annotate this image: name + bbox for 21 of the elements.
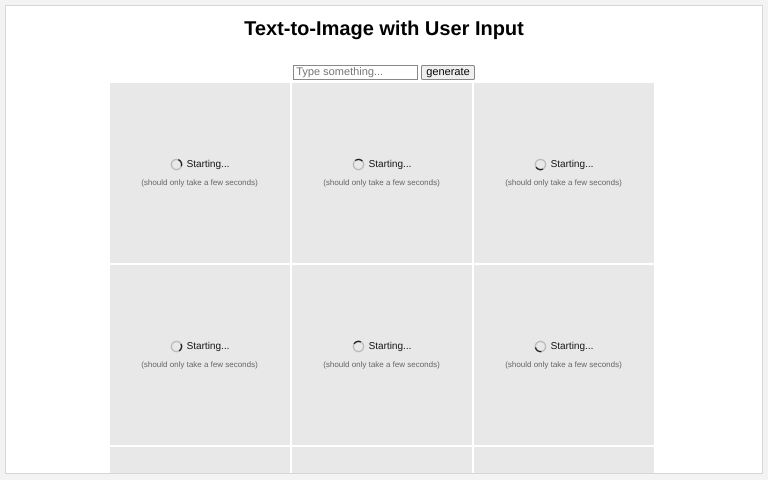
status-note: (should only take a few seconds) — [505, 177, 622, 189]
page-title: Text-to-Image with User Input — [243, 17, 525, 41]
spinner-icon — [170, 340, 183, 353]
status-note: (should only take a few seconds) — [323, 177, 440, 189]
spinner-icon — [534, 340, 547, 353]
status-note: (should only take a few seconds) — [141, 177, 258, 189]
status-text: Starting... — [550, 340, 594, 354]
status-text: Starting... — [550, 158, 594, 172]
prompt-field[interactable]: Type something... — [293, 65, 418, 80]
spinner-icon — [170, 158, 183, 171]
status-text: Starting... — [186, 158, 230, 172]
status-text: Starting... — [368, 158, 412, 172]
generate-button[interactable]: generate — [421, 65, 475, 80]
status-text: Starting... — [186, 340, 230, 354]
status-note: (should only take a few seconds) — [505, 359, 622, 371]
status-text: Starting... — [368, 340, 412, 354]
spinner-icon — [352, 340, 365, 353]
status-note: (should only take a few seconds) — [141, 359, 258, 371]
status-note: (should only take a few seconds) — [323, 359, 440, 371]
spinner-icon — [352, 158, 365, 171]
spinner-icon — [534, 158, 547, 171]
